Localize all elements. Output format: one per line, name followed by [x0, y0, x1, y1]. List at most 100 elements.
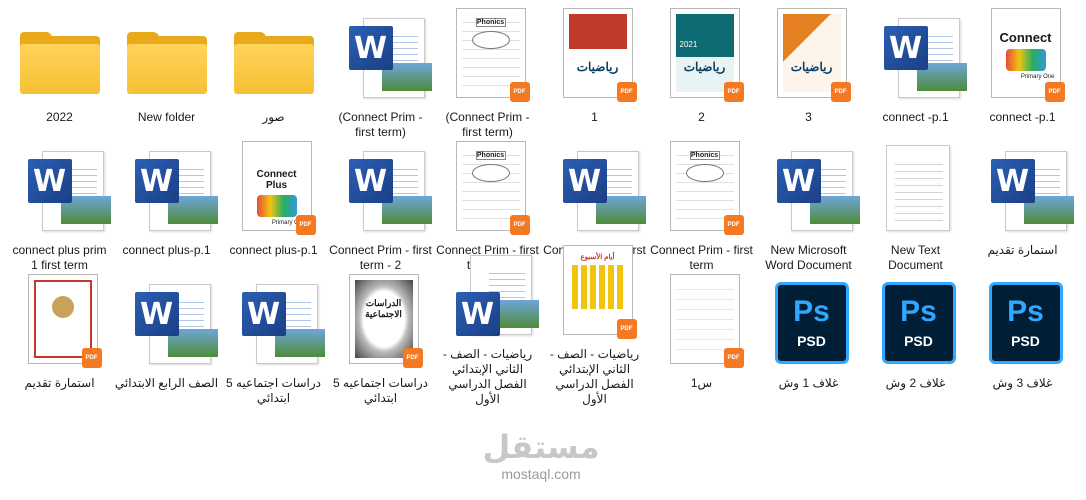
thumb-diagram — [471, 31, 510, 49]
file-name: Connect Prim - first term — [650, 243, 753, 272]
word-logo-icon: W — [27, 159, 72, 203]
word-thumbnail: W — [119, 141, 218, 237]
file-item[interactable]: W استمارة تقديم — [969, 141, 1076, 274]
file-item[interactable]: الدراسات الاجتماعية PDF دراسات اجتماعيه 5 … — [327, 274, 434, 407]
pdf-badge-icon: PDF — [402, 348, 423, 368]
folder-icon — [19, 32, 100, 94]
file-name: (Connect Prim - first term) — [445, 110, 530, 139]
file-name: Connect Prim - first term - 2 — [329, 243, 432, 272]
file-item[interactable]: Ps PSD غلاف 1 وش — [755, 274, 862, 407]
file-item[interactable]: Connect Primary One PDF connect -p.1 — [969, 8, 1076, 141]
folder-icon — [233, 32, 314, 94]
pdf-thumbnail: رياضيات PDF — [761, 8, 857, 104]
pdf-badge-icon: PDF — [723, 348, 744, 368]
word-thumbnail: W — [333, 8, 432, 104]
pdf-thumbnail: PDF — [12, 274, 108, 370]
pdf-badge-icon: PDF — [723, 82, 744, 102]
folder-icon — [126, 32, 207, 94]
thumb-grid — [571, 265, 624, 309]
pdf-preview — [33, 280, 92, 358]
watermark: مستقل mostaql.com — [476, 428, 606, 482]
file-item[interactable]: Wconnect plus prim 1 first term — [6, 141, 113, 274]
folder-thumbnail — [226, 8, 322, 104]
file-item[interactable]: Wconnect plus-p.1 — [113, 141, 220, 274]
word-thumbnail: W — [226, 274, 325, 370]
pdf-badge-icon: PDF — [1044, 82, 1065, 102]
word-thumbnail: W — [333, 141, 432, 237]
file-item[interactable]: PDF س1 — [648, 274, 755, 407]
word-logo-icon: W — [134, 159, 179, 203]
word-logo-icon: W — [134, 292, 179, 336]
file-name: استمارة تقديم — [24, 376, 95, 390]
file-name: connect -p.1 — [882, 110, 949, 124]
file-name: connect plus-p.1 — [229, 243, 318, 257]
file-item[interactable]: رياضيات PDF 1 — [541, 8, 648, 141]
file-name: connect plus prim 1 first term — [12, 243, 107, 272]
file-item[interactable]: New folder — [113, 8, 220, 141]
file-item[interactable]: W الصف الرابع الابتدائي — [113, 274, 220, 407]
file-item[interactable]: Connect Plus Primary One PDF connect plus-p… — [220, 141, 327, 274]
file-item[interactable]: W (Connect Prim - first term) — [327, 8, 434, 141]
file-name: 2022 — [46, 110, 73, 124]
thumb-title: الدراسات الاجتماعية — [365, 298, 402, 319]
file-name: استمارة تقديم — [987, 243, 1058, 257]
word-thumbnail: W — [119, 274, 218, 370]
file-name: الصف الرابع الابتدائي — [114, 376, 219, 390]
watermark-latin: mostaql.com — [501, 466, 581, 482]
pdf-badge-icon: PDF — [616, 82, 637, 102]
file-name: دراسات اجتماعيه 5 ابتدائي — [225, 376, 322, 405]
file-name: 1 — [591, 110, 598, 124]
pdf-thumbnail: الدراسات الاجتماعية PDF — [333, 274, 429, 370]
file-name: connect -p.1 — [989, 110, 1056, 124]
file-name: New folder — [137, 110, 196, 124]
file-item[interactable]: صور — [220, 8, 327, 141]
thumb-title: رياضيات — [683, 60, 726, 74]
file-name: (Connect Prim - first term) — [338, 110, 423, 139]
file-item[interactable]: Wconnect -p.1 — [862, 8, 969, 141]
file-name: 3 — [805, 110, 812, 124]
file-item[interactable]: W New Microsoft Word Document — [755, 141, 862, 274]
text-thumbnail — [868, 141, 964, 237]
pdf-badge-icon: PDF — [616, 319, 637, 339]
pdf-badge-icon: PDF — [509, 82, 530, 102]
file-name: connect plus-p.1 — [122, 243, 211, 257]
file-item[interactable]: Ps PSD غلاف 3 وش — [969, 274, 1076, 407]
pdf-thumbnail: رياضيات 2021 PDF — [654, 8, 750, 104]
file-item[interactable]: أيام الأسبوع PDF رياضيات - الصف - الثاني ا… — [541, 245, 648, 407]
file-item[interactable]: W رياضيات - الصف - الثاني الإبتدائي الفصل… — [434, 255, 541, 407]
word-thumbnail: W — [12, 141, 111, 237]
file-name: رياضيات - الصف - الثاني الإبتدائي الفصل … — [442, 347, 533, 406]
pdf-preview: أيام الأسبوع — [569, 251, 627, 329]
file-item[interactable]: New Text Document — [862, 141, 969, 274]
thumb-title: Phonics — [475, 151, 506, 160]
file-name: دراسات اجتماعيه 5 ابتدائي — [332, 376, 429, 405]
pdf-thumbnail: Connect Primary One PDF — [975, 8, 1071, 104]
thumb-diagram — [471, 164, 510, 182]
file-item[interactable]: Phonics PDF Connect Prim - first term — [648, 141, 755, 274]
pdf-preview: الدراسات الاجتماعية — [354, 280, 413, 358]
file-grid: 2022 New folder صور W (Connect Prim - first … — [6, 8, 1076, 407]
file-item[interactable]: 2022 — [6, 8, 113, 141]
file-name: غلاف 2 وش — [885, 376, 946, 390]
file-item[interactable]: W Connect Prim - first term - 2 — [327, 141, 434, 274]
file-name: رياضيات - الصف - الثاني الإبتدائي الفصل … — [549, 347, 640, 406]
pdf-thumbnail: Phonics PDF — [440, 141, 536, 237]
file-item[interactable]: Phonics PDF (Connect Prim - first term) — [434, 8, 541, 141]
thumb-kids — [256, 195, 297, 217]
file-item[interactable]: W دراسات اجتماعيه 5 ابتدائي — [220, 274, 327, 407]
photoshop-icon: Ps PSD — [774, 282, 849, 364]
file-item[interactable]: رياضيات PDF 3 — [755, 8, 862, 141]
file-name: س1 — [690, 376, 713, 390]
watermark-arabic: مستقل — [482, 429, 600, 465]
word-logo-icon: W — [776, 159, 821, 203]
file-name: New Text Document — [888, 243, 943, 272]
thumb-year: 2021 — [679, 40, 698, 49]
word-logo-icon: W — [348, 26, 393, 70]
psd-thumbnail: Ps PSD — [868, 274, 964, 370]
file-item[interactable]: Ps PSD غلاف 2 وش — [862, 274, 969, 407]
file-item[interactable]: PDF استمارة تقديم — [6, 274, 113, 407]
pdf-preview — [675, 280, 734, 358]
word-logo-icon: W — [241, 292, 286, 336]
thumb-title: رياضيات — [576, 60, 619, 74]
file-item[interactable]: رياضيات 2021 PDF 2 — [648, 8, 755, 141]
